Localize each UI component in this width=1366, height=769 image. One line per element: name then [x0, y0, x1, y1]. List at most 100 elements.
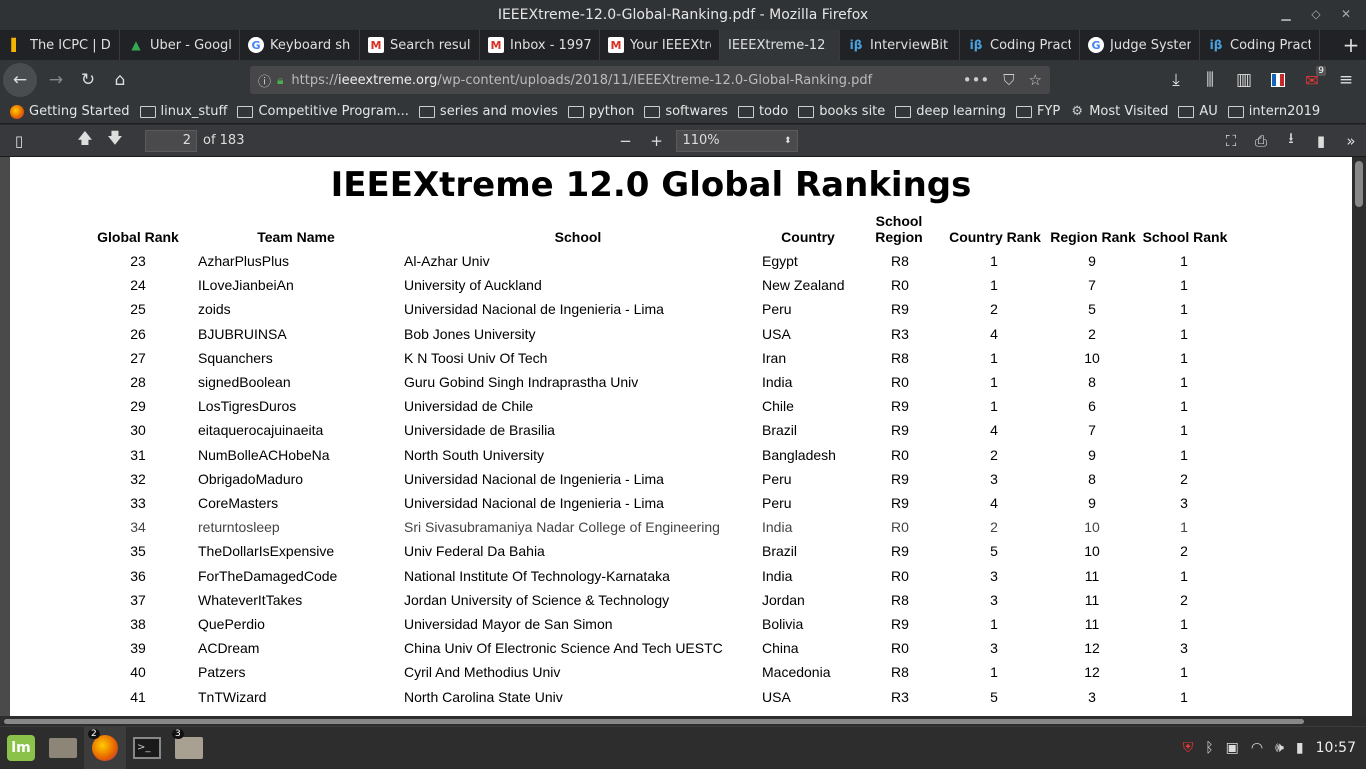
cell-country: Peru [762, 470, 792, 487]
zoom-out-button[interactable]: − [610, 126, 640, 156]
zoom-in-button[interactable]: + [641, 126, 671, 156]
tab-4[interactable]: M Inbox - 1997m [480, 30, 600, 60]
zoom-select[interactable]: 110% ⬍ [676, 129, 799, 152]
bookmark-item[interactable]: intern2019 [1227, 104, 1320, 119]
cell-global-rank: 26 [130, 325, 146, 342]
new-tab-button[interactable]: + [1336, 30, 1366, 60]
terminal-taskbar-button[interactable]: >_ [126, 727, 168, 769]
restore-icon[interactable]: ◇ [1308, 6, 1324, 22]
horizontal-scrollbar[interactable] [0, 716, 1352, 726]
bookmark-label: softwares [665, 104, 728, 119]
tab-5[interactable]: M Your IEEEXtre [600, 30, 720, 60]
show-desktop-button[interactable] [42, 727, 84, 769]
page-actions-icon[interactable]: ••• [963, 71, 990, 89]
bookmarks-bar: Getting Started linux_stuff Competitive Pr… [0, 100, 1366, 124]
cell-region-rank: 12 [1084, 640, 1100, 657]
mint-menu-button[interactable]: lm [0, 727, 42, 769]
update-manager-icon[interactable]: ⛨ [1183, 740, 1194, 756]
extension-button[interactable] [1262, 64, 1294, 96]
previous-page-button[interactable]: 🡅 [70, 126, 100, 156]
print-button[interactable]: ⎙ [1246, 126, 1276, 156]
downloads-button[interactable]: ⤓ [1160, 64, 1192, 96]
cell-school: Universidad Nacional de Ingenieria - Lim… [404, 495, 664, 511]
icpc-icon: ▌ [11, 38, 21, 52]
next-page-button[interactable]: 🡇 [100, 126, 130, 156]
lock-icon: 🔒︎ [277, 72, 284, 87]
header-country-rank: Country Rank [949, 229, 1041, 245]
bookmark-view-button[interactable]: ▮ [1306, 126, 1336, 156]
bookmark-item[interactable]: AU [1178, 104, 1218, 119]
toggle-sidebar-button[interactable]: ▯ [4, 126, 34, 156]
library-button[interactable]: ⫼ [1194, 64, 1226, 96]
firefox-taskbar-button[interactable]: 2 [84, 726, 126, 769]
save-button[interactable]: ⭳ [1276, 126, 1306, 156]
hamburger-menu-icon: ≡ [1338, 70, 1354, 90]
cell-country: Jordan [762, 591, 805, 608]
url-bar[interactable]: ⓘ 🔒︎ https://ieeextreme.org/wp-content/u… [250, 66, 1050, 94]
gmail-notifier-button[interactable]: ✉ 9 [1296, 64, 1328, 96]
document-viewer[interactable]: IEEEXtreme 12.0 Global Rankings Global R… [0, 157, 1366, 716]
tab-3[interactable]: M Search results [360, 30, 480, 60]
files-taskbar-button[interactable]: 3 [168, 727, 210, 769]
bookmark-item[interactable]: ⚙ Most Visited [1070, 104, 1168, 119]
tab-9[interactable]: G Judge System [1080, 30, 1200, 60]
wifi-icon[interactable]: ◠ [1251, 740, 1263, 756]
clock[interactable]: 10:57 [1316, 740, 1356, 756]
forward-button[interactable]: → [40, 64, 72, 96]
tab-7[interactable]: iβ InterviewBit [840, 30, 960, 60]
tab-8[interactable]: iβ Coding Practic [960, 30, 1080, 60]
presentation-mode-button[interactable]: ⛶ [1216, 126, 1246, 156]
bookmark-item[interactable]: python [567, 104, 634, 119]
cell-region-rank: 10 [1084, 349, 1100, 366]
cell-global-rank: 34 [130, 519, 146, 536]
cell-school-region: R8 [891, 591, 909, 608]
battery-icon[interactable]: ▮ [1296, 740, 1304, 756]
cell-school-rank: 1 [1180, 253, 1188, 269]
clipboard-icon[interactable]: ▣ [1226, 740, 1239, 756]
tab-10[interactable]: iβ Coding Practic [1200, 30, 1320, 60]
volume-icon[interactable]: 🕪︎ [1275, 740, 1284, 756]
cell-country: China [762, 640, 799, 657]
bookmark-item[interactable]: books site [798, 104, 885, 119]
cell-global-rank: 39 [130, 640, 146, 657]
reload-button[interactable]: ↻ [72, 64, 104, 96]
cell-school-rank: 3 [1180, 495, 1188, 511]
minimize-icon[interactable]: ▁ [1278, 6, 1294, 22]
scroll-thumb-horizontal[interactable] [4, 719, 1304, 724]
back-button[interactable]: ← [3, 63, 37, 97]
cell-region-rank: 10 [1084, 519, 1100, 536]
sidebar-button[interactable]: ▥ [1228, 64, 1260, 96]
cell-school: North Carolina State Univ [404, 688, 563, 705]
tab-0[interactable]: ▌ The ICPC | Da [0, 30, 120, 60]
vertical-scrollbar[interactable] [1352, 157, 1366, 716]
menu-button[interactable]: ≡ [1330, 64, 1362, 96]
sidebar-icon: ▥ [1235, 70, 1253, 90]
home-button[interactable]: ⌂ [104, 64, 136, 96]
scroll-thumb[interactable] [1355, 161, 1363, 207]
tab-6[interactable]: IEEEXtreme-12 [720, 30, 840, 60]
bookmark-item[interactable]: linux_stuff [139, 104, 227, 119]
tab-1[interactable]: ▲ Uber - Google [120, 30, 240, 60]
bookmark-item[interactable]: todo [737, 104, 788, 119]
tools-button[interactable]: » [1336, 126, 1366, 156]
info-icon[interactable]: ⓘ [258, 71, 271, 90]
tab-2[interactable]: G Keyboard shor [240, 30, 360, 60]
cell-country-rank: 2 [990, 446, 998, 463]
bookmark-item[interactable]: FYP [1015, 104, 1060, 119]
close-icon[interactable]: ✕ [1338, 6, 1354, 22]
cell-school-rank: 1 [1180, 664, 1188, 681]
cell-team-name: BJUBRUINSA [198, 325, 287, 342]
bluetooth-icon[interactable]: ᛒ [1205, 740, 1213, 756]
bookmark-item[interactable]: softwares [644, 104, 728, 119]
bookmark-item[interactable]: deep learning [895, 104, 1006, 119]
bookmark-item[interactable]: series and movies [418, 104, 558, 119]
cell-school-region: R9 [891, 470, 909, 487]
page-number-input[interactable]: 2 [145, 129, 197, 152]
url-text[interactable]: https://ieeextreme.org/wp-content/upload… [291, 73, 872, 88]
google-icon: G [248, 37, 264, 53]
tab-label: Judge System [1110, 37, 1191, 53]
bookmark-star-icon[interactable]: ☆ [1029, 71, 1042, 89]
bookmark-item[interactable]: Competitive Program... [237, 104, 409, 119]
pocket-icon[interactable]: ⛉ [1003, 71, 1014, 89]
bookmark-item[interactable]: Getting Started [10, 104, 130, 119]
